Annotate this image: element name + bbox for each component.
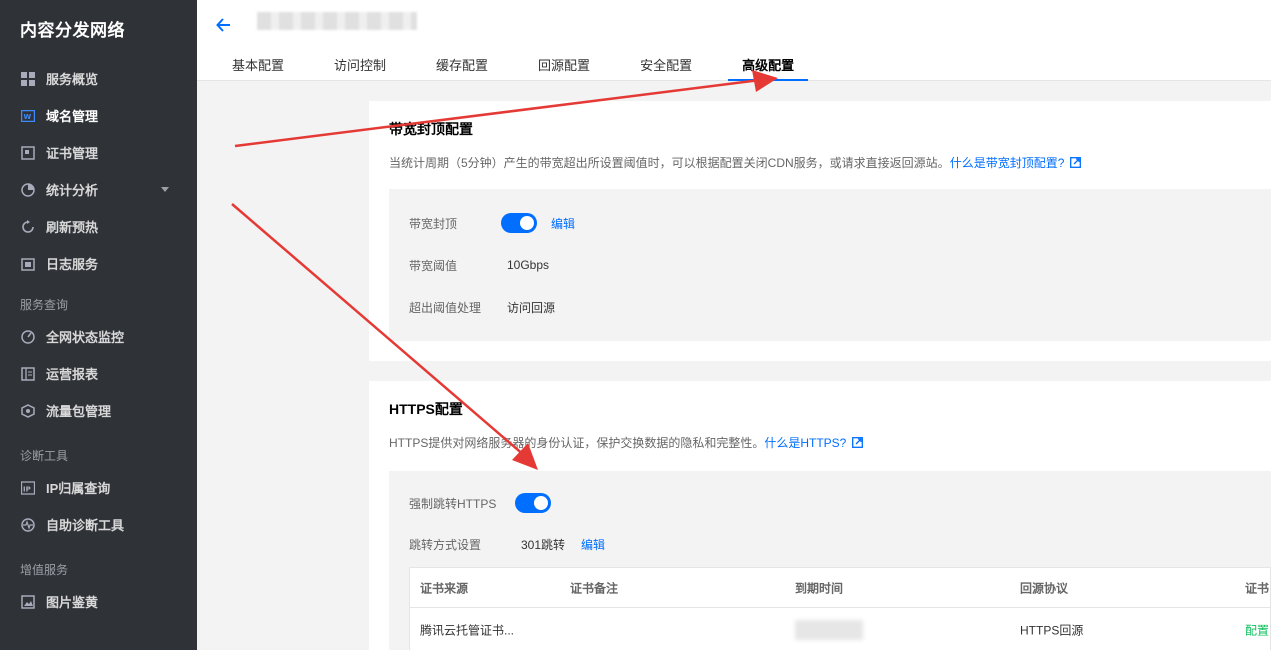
external-link-icon[interactable] xyxy=(1070,157,1082,168)
redirect-label: 跳转方式设置 xyxy=(409,537,482,552)
bandwidth-cap-card: 带宽封顶配置 当统计周期（5分钟）产生的带宽超出所设置阈值时，可以根据配置关闭C… xyxy=(369,101,1271,361)
bandwidth-settings-panel: 带宽封顶 编辑 带宽阈值 10Gbps 超出阈值处理 访问回源 xyxy=(389,189,1271,341)
sidebar-item-image-moderation[interactable]: 图片鉴黄 xyxy=(0,583,197,620)
help-link[interactable]: 什么是带宽封顶配置? xyxy=(950,156,1065,170)
https-config-card: HTTPS配置 HTTPS提供对网络服务器的身份认证，保护交换数据的隐私和完整性… xyxy=(369,381,1271,650)
force-https-toggle[interactable] xyxy=(515,493,551,513)
sidebar-item-statistics[interactable]: 统计分析 xyxy=(0,171,197,208)
origin-protocol-cell: HTTPS回源 xyxy=(1020,623,1084,638)
sidebar-item-traffic-package[interactable]: 流量包管理 xyxy=(0,392,197,429)
col-cert-source: 证书来源 xyxy=(420,581,469,595)
domain-icon: W xyxy=(20,108,36,124)
gauge-icon xyxy=(20,329,36,345)
table-header: 证书来源 证书备注 到期时间 回源协议 证书 xyxy=(410,568,1270,608)
expiry-redacted xyxy=(795,620,863,640)
refresh-icon xyxy=(20,219,36,235)
sidebar: 内容分发网络 服务概览 W 域名管理 证书管理 统计分析 刷新预热 日志服务 服… xyxy=(0,0,197,650)
sidebar-item-label: IP归属查询 xyxy=(46,481,111,496)
exceed-label: 超出阈值处理 xyxy=(409,300,482,315)
force-https-label: 强制跳转HTTPS xyxy=(409,496,497,511)
certificate-table: 证书来源 证书备注 到期时间 回源协议 证书 腾讯云托管证书... HTTPS回… xyxy=(409,567,1271,650)
redirect-value: 301跳转 xyxy=(521,537,566,552)
nav-group-query: 服务查询 xyxy=(20,298,69,312)
bandwidth-cap-row: 带宽封顶 编辑 xyxy=(409,212,575,234)
folder-icon xyxy=(20,256,36,272)
sidebar-item-self-diagnosis[interactable]: 自助诊断工具 xyxy=(0,506,197,543)
help-link[interactable]: 什么是HTTPS? xyxy=(764,436,846,450)
col-cert-note: 证书备注 xyxy=(570,581,619,595)
sidebar-item-domain[interactable]: W 域名管理 xyxy=(0,97,197,134)
sidebar-item-label: 运营报表 xyxy=(46,367,99,382)
card-description: 当统计周期（5分钟）产生的带宽超出所设置阈值时，可以根据配置关闭CDN服务，或请… xyxy=(389,154,1082,171)
report-icon xyxy=(20,366,36,382)
exceed-row: 超出阈值处理 访问回源 xyxy=(409,296,555,318)
col-origin-protocol: 回源协议 xyxy=(1020,581,1069,595)
card-title: 带宽封顶配置 xyxy=(389,121,473,137)
https-settings-panel: 强制跳转HTTPS 跳转方式设置 301跳转 编辑 证书来源 证书备注 到期时间… xyxy=(389,471,1271,650)
domain-name-redacted xyxy=(257,12,417,30)
sidebar-item-certificate[interactable]: 证书管理 xyxy=(0,134,197,171)
external-link-icon[interactable] xyxy=(852,437,864,448)
sidebar-item-label: 统计分析 xyxy=(46,183,99,198)
nav-group-value-added: 增值服务 xyxy=(20,563,69,577)
tab-advanced[interactable]: 高级配置 xyxy=(728,55,809,81)
description-text: 当统计周期（5分钟）产生的带宽超出所设置阈值时，可以根据配置关闭CDN服务，或请… xyxy=(389,156,950,170)
tab-origin[interactable]: 回源配置 xyxy=(538,55,590,81)
sidebar-item-overview[interactable]: 服务概览 xyxy=(0,60,197,97)
tab-basic[interactable]: 基本配置 xyxy=(232,55,284,81)
app-title: 内容分发网络 xyxy=(20,21,125,40)
configure-link[interactable]: 配置 xyxy=(1245,622,1269,639)
sidebar-item-label: 刷新预热 xyxy=(46,220,99,235)
sidebar-item-label: 日志服务 xyxy=(46,257,99,272)
sidebar-item-refresh[interactable]: 刷新预热 xyxy=(0,208,197,245)
tab-security[interactable]: 安全配置 xyxy=(640,55,692,81)
pulse-icon xyxy=(20,517,36,533)
col-cert-action: 证书 xyxy=(1245,581,1270,595)
bandwidth-cap-toggle[interactable] xyxy=(501,213,537,233)
tab-access-control[interactable]: 访问控制 xyxy=(334,55,386,81)
col-expiry: 到期时间 xyxy=(795,581,844,595)
sidebar-item-report[interactable]: 运营报表 xyxy=(0,355,197,392)
edit-link[interactable]: 编辑 xyxy=(581,536,605,553)
sidebar-item-label: 流量包管理 xyxy=(46,404,112,419)
image-icon xyxy=(20,594,36,610)
threshold-row: 带宽阈值 10Gbps xyxy=(409,254,549,276)
force-https-row: 强制跳转HTTPS xyxy=(409,492,551,514)
nav-group-diagnostics: 诊断工具 xyxy=(20,449,69,463)
pie-chart-icon xyxy=(20,182,36,198)
edit-link[interactable]: 编辑 xyxy=(551,215,575,232)
ip-icon: IP xyxy=(20,480,36,496)
bandwidth-cap-label: 带宽封顶 xyxy=(409,216,458,231)
threshold-label: 带宽阈值 xyxy=(409,258,458,273)
sidebar-item-label: 自助诊断工具 xyxy=(46,518,125,533)
sidebar-item-label: 证书管理 xyxy=(46,146,99,161)
cert-source-cell: 腾讯云托管证书... xyxy=(420,623,515,638)
sidebar-item-monitor[interactable]: 全网状态监控 xyxy=(0,318,197,355)
back-arrow-icon[interactable] xyxy=(215,16,233,34)
grid-icon xyxy=(20,71,36,87)
redirect-row: 跳转方式设置 301跳转 编辑 xyxy=(409,533,605,555)
package-icon xyxy=(20,403,36,419)
svg-text:IP: IP xyxy=(23,485,31,493)
card-title: HTTPS配置 xyxy=(389,401,463,417)
sidebar-item-label: 全网状态监控 xyxy=(46,330,125,345)
sidebar-item-label: 服务概览 xyxy=(46,72,99,87)
sidebar-item-label: 域名管理 xyxy=(46,109,99,124)
certificate-icon xyxy=(20,145,36,161)
config-tabs: 基本配置 访问控制 缓存配置 回源配置 安全配置 高级配置 xyxy=(232,55,844,81)
tab-cache[interactable]: 缓存配置 xyxy=(436,55,488,81)
chevron-down-icon xyxy=(161,187,169,192)
table-row: 腾讯云托管证书... HTTPS回源 配置 xyxy=(410,608,1270,650)
card-description: HTTPS提供对网络服务器的身份认证，保护交换数据的隐私和完整性。什么是HTTP… xyxy=(389,434,864,451)
svg-text:W: W xyxy=(24,113,32,121)
description-text: HTTPS提供对网络服务器的身份认证，保护交换数据的隐私和完整性。 xyxy=(389,436,765,450)
sidebar-item-ip-lookup[interactable]: IP IP归属查询 xyxy=(0,469,197,506)
exceed-value: 访问回源 xyxy=(507,300,556,315)
page-header: 基本配置 访问控制 缓存配置 回源配置 安全配置 高级配置 xyxy=(197,0,1271,81)
threshold-value: 10Gbps xyxy=(507,258,550,272)
sidebar-item-logs[interactable]: 日志服务 xyxy=(0,245,197,282)
sidebar-item-label: 图片鉴黄 xyxy=(46,595,99,610)
